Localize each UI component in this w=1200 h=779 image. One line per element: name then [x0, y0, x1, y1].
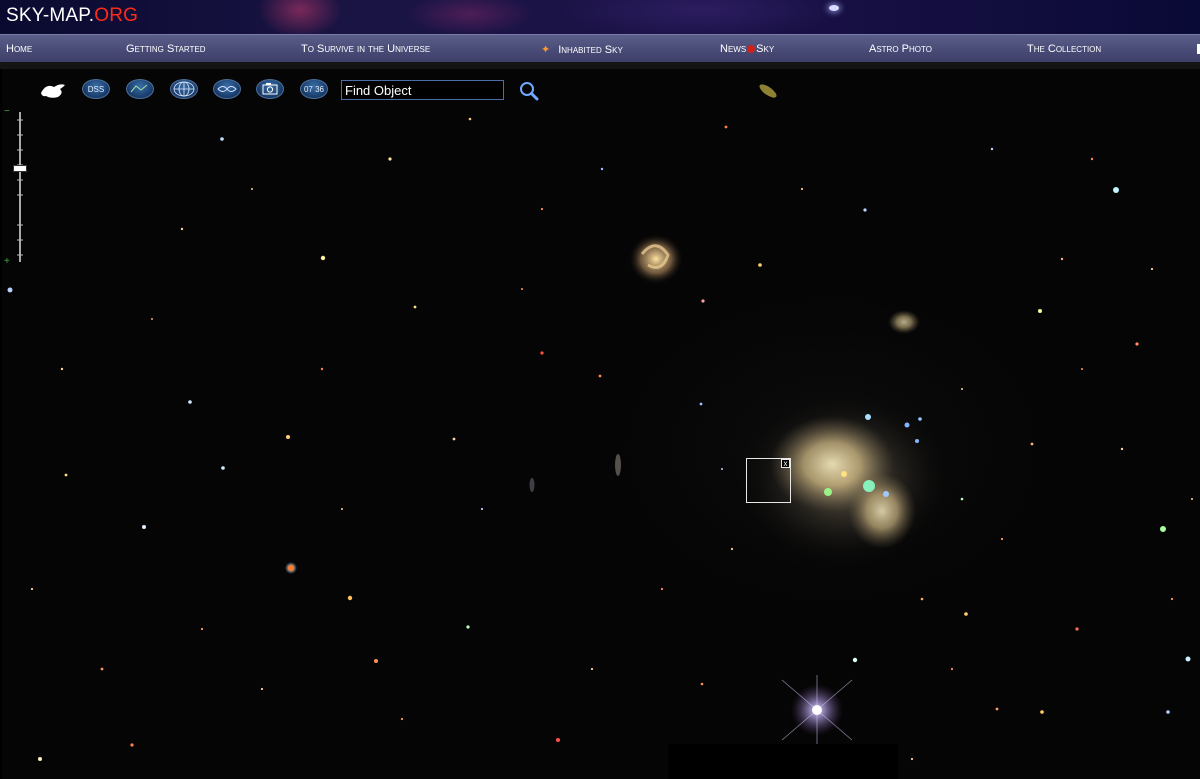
info-panel-placeholder [668, 744, 898, 779]
main-nav: Home Getting Started To Survive in the U… [0, 34, 1200, 62]
nav-astro-photo[interactable]: Astro Photo [869, 43, 932, 55]
nav-news-prefix: News [720, 43, 747, 55]
search-button[interactable] [518, 80, 540, 102]
logo-accent-text: ORG [94, 5, 139, 26]
site-header: SKY-MAP.ORG [0, 0, 1200, 34]
grid-globe-button[interactable] [170, 79, 198, 99]
dragon-logo-button[interactable] [38, 79, 68, 99]
magnifier-icon [520, 82, 539, 101]
camera-icon [262, 83, 278, 95]
header-star-decoration [829, 5, 839, 11]
nav-home[interactable]: Home [6, 43, 32, 55]
constellation-icon [130, 84, 148, 93]
milky-way-button[interactable] [213, 79, 241, 99]
header-divider [0, 62, 1200, 69]
logo-main-text: SKY-MAP. [6, 5, 95, 26]
nav-the-collection[interactable]: The Collection [1027, 43, 1101, 55]
dss-layer-icon: DSS [87, 85, 105, 94]
sky-map-view[interactable] [2, 69, 1200, 779]
nav-inhabited-sky-label: Inhabited Sky [558, 44, 623, 56]
dss-layer-button[interactable]: DSS [82, 79, 110, 99]
close-icon[interactable]: x [781, 459, 790, 468]
find-object-input[interactable] [341, 80, 504, 100]
selection-box[interactable]: x [746, 458, 791, 503]
zoom-out-icon[interactable]: − [4, 106, 10, 117]
time-button[interactable]: 07 36 [300, 79, 328, 99]
red-dot-icon [747, 45, 756, 53]
zoom-track [17, 112, 23, 262]
star-icon: ✦ [541, 44, 551, 56]
nav-getting-started[interactable]: Getting Started [126, 43, 206, 55]
zoom-slider-handle[interactable] [13, 164, 27, 172]
nav-inhabited-sky[interactable]: ✦ Inhabited Sky [541, 43, 623, 56]
zoom-in-icon[interactable]: + [4, 256, 10, 267]
site-logo[interactable]: SKY-MAP.ORG [6, 5, 138, 27]
nav-news-suffix: Sky [756, 43, 775, 55]
dragon-logo-icon [41, 84, 65, 98]
nav-news-sky[interactable]: News Sky [720, 43, 774, 55]
time-icon: 07 36 [303, 85, 325, 94]
constellation-button[interactable] [126, 79, 154, 99]
grid-globe-icon [173, 81, 195, 97]
nav-survive-universe[interactable]: To Survive in the Universe [301, 43, 430, 55]
camera-button[interactable] [256, 79, 284, 99]
sky-image [7, 84, 1193, 761]
milky-way-icon [217, 86, 237, 92]
zoom-slider[interactable]: − + [4, 106, 30, 267]
